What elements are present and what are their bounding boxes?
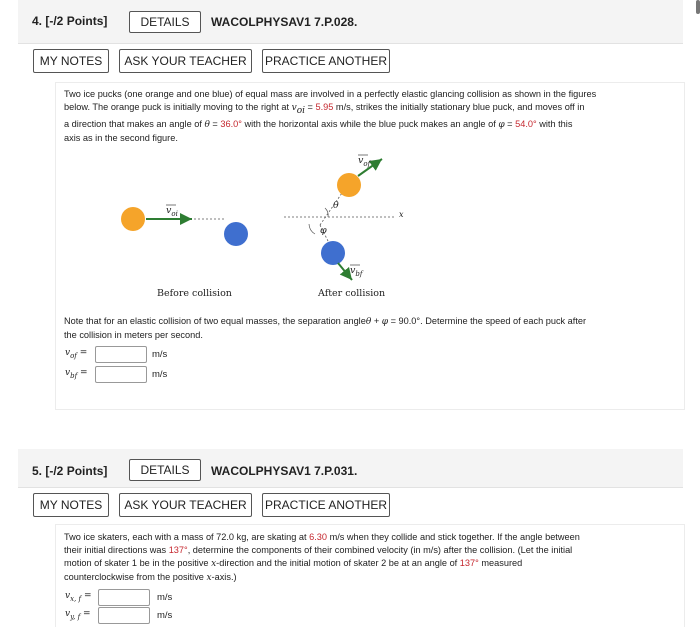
v-oi-label: voi bbox=[166, 205, 178, 218]
v-yf-answer-label: vy, f = bbox=[65, 609, 91, 621]
phi-label: φ bbox=[320, 225, 327, 236]
v-of-answer-label: vof = bbox=[65, 348, 88, 360]
v-xf-answer-label: vx, f = bbox=[65, 591, 92, 603]
question-5-code: WACOLPHYSAV1 7.P.031. bbox=[211, 464, 358, 478]
v-of-input[interactable] bbox=[95, 346, 147, 363]
ask-your-teacher-button[interactable]: ASK YOUR TEACHER bbox=[119, 493, 252, 517]
theta-label: θ bbox=[333, 200, 339, 211]
x-axis-label: x bbox=[399, 210, 404, 219]
question-4-note: Note that for an elastic collision of tw… bbox=[64, 316, 587, 340]
question-5-points: 5. [-/2 Points] bbox=[32, 464, 108, 478]
v-bf-unit: m/s bbox=[152, 369, 168, 380]
question-4-code: WACOLPHYSAV1 7.P.028. bbox=[211, 15, 358, 29]
question-5-header: 5. [-/2 Points] DETAILS WACOLPHYSAV1 7.P… bbox=[18, 449, 683, 488]
before-collision-caption: Before collision bbox=[157, 288, 232, 299]
my-notes-button[interactable]: MY NOTES bbox=[33, 493, 109, 517]
v-bf-answer-label: vbf = bbox=[65, 368, 88, 380]
v-bf-label: vbf bbox=[350, 265, 363, 278]
question-4-points: 4. [-/2 Points] bbox=[32, 14, 108, 28]
v-yf-unit: m/s bbox=[157, 610, 173, 621]
practice-another-button[interactable]: PRACTICE ANOTHER bbox=[262, 49, 390, 73]
details-button[interactable]: DETAILS bbox=[129, 11, 201, 33]
v-bf-input[interactable] bbox=[95, 366, 147, 383]
v-xf-input[interactable] bbox=[98, 589, 150, 606]
after-collision-caption: After collision bbox=[318, 288, 386, 299]
my-notes-button[interactable]: MY NOTES bbox=[33, 49, 109, 73]
v-yf-input[interactable] bbox=[98, 607, 150, 624]
scrollbar-thumb[interactable] bbox=[696, 0, 700, 14]
practice-another-button[interactable]: PRACTICE ANOTHER bbox=[262, 493, 390, 517]
question-4-header: 4. [-/2 Points] DETAILS WACOLPHYSAV1 7.P… bbox=[18, 0, 683, 44]
v-xf-unit: m/s bbox=[157, 592, 173, 603]
v-of-unit: m/s bbox=[152, 349, 168, 360]
question-5-text: Two ice skaters, each with a mass of 72.… bbox=[64, 532, 580, 583]
ask-your-teacher-button[interactable]: ASK YOUR TEACHER bbox=[119, 49, 252, 73]
v-of-label: vof bbox=[358, 155, 371, 168]
question-4-text: Two ice pucks (one orange and one blue) … bbox=[64, 89, 597, 143]
details-button[interactable]: DETAILS bbox=[129, 459, 201, 481]
